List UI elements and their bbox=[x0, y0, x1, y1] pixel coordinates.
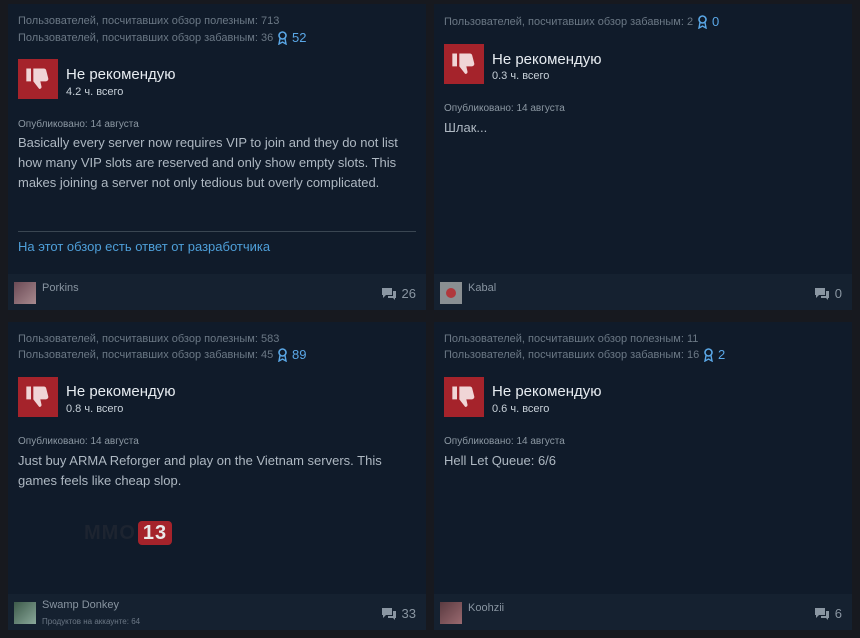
comment-bubble-icon bbox=[381, 607, 396, 620]
comment-count: 6 bbox=[834, 606, 842, 621]
comment-count: 33 bbox=[401, 606, 416, 621]
hours-played: 4.2 ч. всего bbox=[66, 86, 124, 98]
posted-date: Опубликовано: 14 августа bbox=[18, 119, 139, 130]
helpful-count: Пользователей, посчитавших обзор полезны… bbox=[18, 333, 280, 345]
funny-count: Пользователей, посчитавших обзор забавны… bbox=[18, 349, 274, 361]
review-card: Пользователей, посчитавших обзор полезны… bbox=[8, 4, 426, 310]
award-ribbon-icon bbox=[704, 347, 713, 362]
funny-count: Пользователей, посчитавших обзор забавны… bbox=[18, 32, 274, 44]
posted-date: Опубликовано: 14 августа bbox=[18, 436, 139, 447]
funny-count: Пользователей, посчитавших обзор забавны… bbox=[444, 16, 694, 28]
avatar[interactable] bbox=[14, 602, 36, 624]
divider bbox=[18, 231, 416, 232]
review-card: Пользователей, посчитавших обзор полезны… bbox=[8, 322, 426, 630]
hours-played: 0.3 ч. всего bbox=[492, 70, 550, 82]
helpful-count: Пользователей, посчитавших обзор полезны… bbox=[18, 15, 280, 27]
posted-date: Опубликовано: 14 августа bbox=[444, 436, 565, 447]
watermark-letters: MMO bbox=[84, 521, 136, 544]
hours-played: 0.6 ч. всего bbox=[492, 403, 550, 415]
watermark-number: 13 bbox=[137, 521, 173, 545]
award-button[interactable]: 0 bbox=[697, 14, 719, 29]
comment-count: 26 bbox=[401, 286, 416, 301]
comments-button[interactable]: 0 bbox=[814, 286, 842, 301]
award-count: 89 bbox=[292, 347, 307, 362]
funny-count: Пользователей, посчитавших обзор забавны… bbox=[444, 349, 700, 361]
author-name[interactable]: Swamp Donkey bbox=[42, 599, 119, 611]
award-button[interactable]: 89 bbox=[277, 347, 306, 362]
verdict-title[interactable]: Не рекомендую bbox=[492, 51, 602, 68]
award-ribbon-icon bbox=[698, 14, 707, 29]
review-footer: Porkins 26 bbox=[8, 274, 426, 310]
review-footer: Kabal 0 bbox=[434, 274, 852, 310]
award-ribbon-icon bbox=[278, 347, 287, 362]
review-text: Just buy ARMA Reforger and play on the V… bbox=[18, 453, 382, 488]
author-name[interactable]: Kabal bbox=[468, 282, 496, 294]
award-count: 2 bbox=[718, 347, 726, 362]
review-text: Basically every server now requires VIP … bbox=[18, 135, 398, 190]
comment-count: 0 bbox=[834, 286, 842, 301]
review-text: Hell Let Queue: 6/6 bbox=[444, 453, 557, 468]
author-products-count: Продуктов на аккаунте: 64 bbox=[42, 617, 141, 626]
award-count: 52 bbox=[292, 30, 307, 45]
thumbs-down-icon bbox=[18, 59, 58, 99]
review-footer: Koohzii 6 bbox=[434, 594, 852, 630]
thumbs-down-icon bbox=[18, 377, 58, 417]
developer-response-link[interactable]: На этот обзор есть ответ от разработчика bbox=[18, 239, 270, 254]
author-name[interactable]: Koohzii bbox=[468, 602, 504, 614]
comment-bubble-icon bbox=[381, 287, 396, 300]
review-card: Пользователей, посчитавших обзор забавны… bbox=[434, 4, 852, 310]
hours-played: 0.8 ч. всего bbox=[66, 403, 124, 415]
thumbs-down-icon bbox=[444, 377, 484, 417]
thumbs-down-icon bbox=[444, 44, 484, 84]
award-button[interactable]: 52 bbox=[277, 30, 306, 45]
verdict-title[interactable]: Не рекомендую bbox=[492, 383, 602, 400]
verdict-title[interactable]: Не рекомендую bbox=[66, 66, 176, 83]
helpful-count: Пользователей, посчитавших обзор полезны… bbox=[444, 333, 699, 345]
comments-button[interactable]: 6 bbox=[814, 606, 842, 621]
comment-bubble-icon bbox=[814, 287, 829, 300]
avatar[interactable] bbox=[440, 282, 462, 304]
review-card: Пользователей, посчитавших обзор полезны… bbox=[434, 322, 852, 630]
award-count: 0 bbox=[712, 14, 720, 29]
comments-button[interactable]: 26 bbox=[381, 286, 416, 301]
watermark: MMO 13 bbox=[84, 521, 173, 545]
comment-bubble-icon bbox=[814, 607, 829, 620]
verdict-title[interactable]: Не рекомендую bbox=[66, 383, 176, 400]
posted-date: Опубликовано: 14 августа bbox=[444, 103, 565, 114]
award-button[interactable]: 2 bbox=[703, 347, 725, 362]
author-name[interactable]: Porkins bbox=[42, 282, 79, 294]
comments-button[interactable]: 33 bbox=[381, 606, 416, 621]
award-ribbon-icon bbox=[278, 30, 287, 45]
avatar[interactable] bbox=[440, 602, 462, 624]
review-text: Шлак... bbox=[444, 120, 488, 135]
review-footer: Swamp Donkey Продуктов на аккаунте: 64 3… bbox=[8, 594, 426, 630]
avatar[interactable] bbox=[14, 282, 36, 304]
